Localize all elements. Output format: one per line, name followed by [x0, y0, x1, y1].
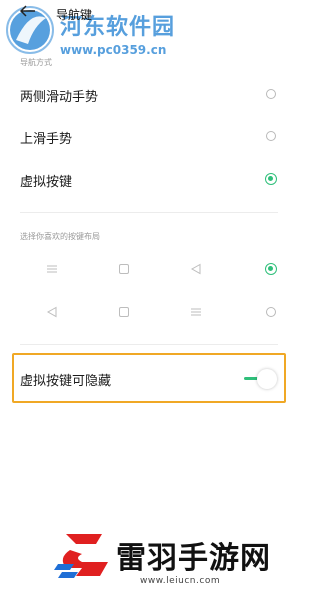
radio-button[interactable]	[266, 89, 276, 99]
key-layout-option-1[interactable]	[0, 255, 298, 285]
toggle-knob	[257, 369, 277, 389]
brand-logo-icon	[54, 534, 108, 578]
key-layout-option-2[interactable]	[0, 298, 298, 328]
nav-option-label: 虚拟按键	[20, 175, 73, 190]
radio-button-selected[interactable]	[265, 263, 277, 275]
nav-option-virtual-keys[interactable]: 虚拟按键	[0, 165, 298, 195]
nav-option-label: 两侧滑动手势	[20, 90, 99, 105]
triangle-left-icon	[190, 263, 201, 275]
triangle-left-icon	[46, 306, 57, 318]
page-title: 导航键	[56, 8, 93, 22]
brand-name: 雷羽手游网	[116, 541, 271, 576]
radio-button[interactable]	[266, 131, 276, 141]
square-icon	[119, 307, 129, 317]
nav-mode-section-label: 导航方式	[20, 58, 52, 67]
layout-section-label: 选择你喜欢的按键布局	[20, 232, 100, 241]
radio-button[interactable]	[266, 307, 276, 317]
radio-button-selected[interactable]	[265, 173, 277, 185]
nav-option-swipe-up-gesture[interactable]: 上滑手势	[0, 122, 298, 152]
menu-icon	[191, 308, 201, 316]
nav-option-two-side-gesture[interactable]: 两侧滑动手势	[0, 80, 298, 110]
arrow-left-icon[interactable]	[20, 5, 36, 17]
watermark-url: www.pc0359.cn	[60, 43, 167, 57]
nav-option-label: 上滑手势	[20, 132, 73, 147]
square-icon	[119, 264, 129, 274]
divider	[20, 212, 278, 213]
hide-virtual-keys-toggle[interactable]	[244, 369, 280, 389]
menu-icon	[47, 265, 57, 273]
toggle-track	[244, 377, 258, 380]
hide-virtual-keys-label: 虚拟按键可隐藏	[20, 374, 112, 389]
brand-url: www.leiucn.com	[140, 576, 221, 586]
divider	[20, 344, 278, 345]
